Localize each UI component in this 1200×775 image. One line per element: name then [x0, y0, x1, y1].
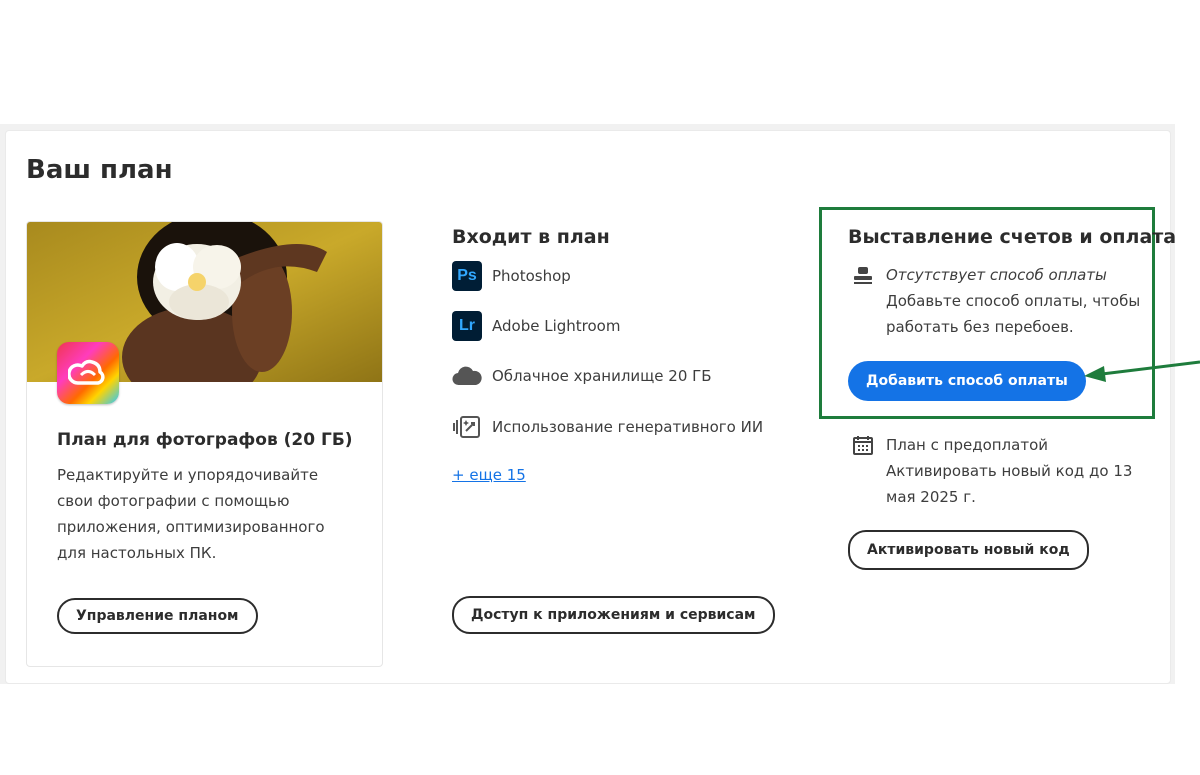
add-payment-method-button[interactable]: Добавить способ оплаты — [848, 361, 1086, 401]
creative-cloud-logo-icon — [57, 342, 119, 404]
included-item-label: Облачное хранилище 20 ГБ — [492, 367, 712, 385]
prepaid-text: Активировать новый код до 13 мая 2025 г. — [886, 462, 1133, 506]
plan-description: Редактируйте и упорядочивайте свои фотог… — [57, 466, 325, 562]
included-item-label: Использование генеративного ИИ — [492, 418, 764, 436]
included-item-label: Photoshop — [492, 267, 571, 285]
payment-message: Добавьте способ оплаты, чтобы работать б… — [886, 292, 1141, 336]
included-title: Входит в план — [452, 226, 610, 248]
calendar-icon — [853, 436, 873, 455]
billing-title: Выставление счетов и оплата — [848, 226, 1177, 248]
plan-card: План для фотографов (20 ГБ) Редактируйте… — [26, 221, 383, 667]
included-item-cloud-storage: Облачное хранилище 20 ГБ — [452, 366, 712, 386]
page-title: Ваш план — [26, 155, 173, 185]
included-item-photoshop: Ps Photoshop — [452, 261, 571, 291]
included-item-label: Adobe Lightroom — [492, 317, 621, 335]
prepaid-title: План с предоплатой — [886, 436, 1049, 454]
lr-icon: Lr — [452, 311, 482, 341]
cloud-icon — [452, 366, 482, 386]
more-apps-link[interactable]: + еще 15 — [452, 466, 526, 484]
generative-ai-icon — [453, 416, 480, 438]
included-item-generative-ai: Использование генеративного ИИ — [452, 414, 763, 440]
ps-icon: Ps — [452, 261, 482, 291]
payment-status-text: Отсутствует способ оплаты — [886, 266, 1107, 284]
prepaid-plan-info: План с предоплатой Активировать новый ко… — [852, 432, 1156, 510]
manage-plan-button[interactable]: Управление планом — [57, 598, 258, 634]
included-item-lightroom: Lr Adobe Lightroom — [452, 311, 620, 341]
payment-status: Отсутствует способ оплаты Добавьте спосо… — [852, 262, 1146, 340]
annotation-arrow-icon — [1084, 360, 1200, 382]
plan-name: План для фотографов (20 ГБ) — [57, 430, 353, 450]
activate-code-button[interactable]: Активировать новый код — [848, 530, 1089, 570]
payment-stamp-icon — [854, 267, 872, 284]
access-apps-button[interactable]: Доступ к приложениям и сервисам — [452, 596, 775, 634]
